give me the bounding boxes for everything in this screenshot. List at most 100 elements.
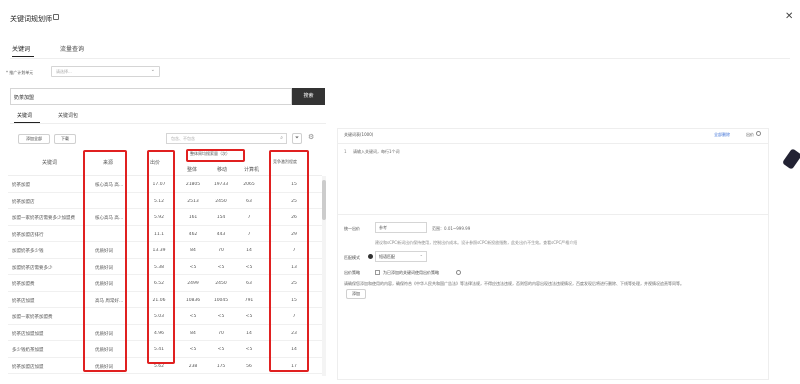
add-all-button[interactable]: 添加全部 bbox=[18, 134, 50, 144]
close-icon[interactable]: ✕ bbox=[785, 11, 793, 22]
cell-pc: 14 bbox=[246, 330, 252, 336]
search-icon[interactable]: ⌕ bbox=[280, 135, 283, 141]
info-icon bbox=[368, 254, 373, 259]
subtab-keyword-pack[interactable]: 关键词包 bbox=[58, 112, 78, 119]
subtab-keyword[interactable]: 关键词 bbox=[17, 112, 32, 119]
cell-pc: 63 bbox=[246, 281, 252, 286]
cell-overall: 21805 bbox=[185, 182, 201, 187]
highlight-bid-column bbox=[147, 150, 175, 364]
bid-range: 范围：0.01~999.99 bbox=[432, 226, 471, 231]
tab-keyword[interactable]: 关键词 bbox=[12, 44, 30, 53]
cell-overall: <5 bbox=[189, 347, 197, 352]
disclaimer-text: 请确保您添加和使用的内容，确保符合《中华人民共和国广告法》等法律法规，不得应违法… bbox=[344, 281, 684, 286]
cell-overall: <5 bbox=[189, 314, 197, 319]
col-overall: 整体 bbox=[187, 167, 198, 173]
cell-mobile: 10045 bbox=[213, 297, 229, 303]
cell-overall: 84 bbox=[190, 248, 196, 253]
filter-input[interactable]: 包含、不包含 ⌕ bbox=[166, 133, 287, 144]
cell-keyword: 奶茶加盟店排行 bbox=[12, 232, 44, 238]
cell-pc: 14 bbox=[246, 248, 252, 253]
help-icon[interactable] bbox=[756, 131, 761, 136]
filter-input-placeholder: 包含、不包含 bbox=[171, 136, 195, 141]
bid-input-value: 参考 bbox=[379, 225, 387, 230]
floating-phone-icon[interactable] bbox=[781, 148, 800, 170]
keyword-input-value: 奶茶加盟 bbox=[14, 95, 35, 101]
keyword-textarea-placeholder: 请输入关键词，每行1个词 bbox=[353, 149, 400, 154]
cell-keyword: 加盟奶茶店需要多少 bbox=[12, 265, 53, 271]
table-scrollbar-thumb[interactable] bbox=[322, 180, 326, 220]
help-icon[interactable] bbox=[456, 270, 461, 275]
keyword-textarea[interactable]: 1 请输入关键词，每行1个词 bbox=[338, 143, 768, 215]
right-panel: 关键词表(1000) 全部删除 出价 1 请输入关键词，每行1个词 统一出价 参… bbox=[337, 128, 769, 380]
cell-pc: <5 bbox=[245, 347, 253, 352]
highlight-monthly-header bbox=[186, 149, 245, 162]
strategy-checkbox[interactable] bbox=[375, 270, 380, 275]
col-pc: 计算机 bbox=[244, 167, 260, 173]
cell-mobile: 70 bbox=[218, 248, 224, 253]
delete-all-link[interactable]: 全部删除 bbox=[714, 132, 730, 138]
cell-keyword: 奶茶店加盟加盟 bbox=[12, 331, 44, 337]
dialog-title: 关键词规划师 bbox=[10, 15, 52, 23]
cell-mobile: 154 bbox=[216, 215, 226, 220]
cell-mobile: <5 bbox=[217, 314, 225, 319]
cell-overall: <5 bbox=[189, 264, 197, 270]
edit-icon[interactable] bbox=[53, 14, 59, 20]
chevron-down-icon: ⌄ bbox=[419, 252, 423, 257]
highlight-source-column bbox=[83, 150, 127, 372]
chevron-down-icon: ⌄ bbox=[150, 67, 155, 73]
cell-overall: 161 bbox=[188, 215, 198, 220]
cell-overall: 10836 bbox=[185, 297, 201, 303]
filter-icon[interactable]: ⏷ bbox=[292, 133, 302, 144]
cell-keyword: 加盟奶茶多少钱 bbox=[12, 249, 44, 254]
keyword-list-header: 关键词表(1000) bbox=[344, 132, 374, 137]
cell-pc: 791 bbox=[244, 297, 254, 303]
cell-mobile: 175 bbox=[216, 363, 226, 369]
cell-mobile: 19733 bbox=[213, 182, 229, 187]
tab-keyword-underline bbox=[12, 56, 34, 57]
cell-pc: <5 bbox=[245, 264, 253, 270]
cell-overall: 84 bbox=[190, 330, 196, 336]
cell-keyword: 奶茶加盟店 bbox=[12, 199, 35, 205]
cell-mobile: <5 bbox=[217, 264, 225, 270]
bid-column-header: 出价 bbox=[746, 132, 754, 137]
gear-icon[interactable]: ⚙ bbox=[308, 133, 314, 141]
cell-keyword: 加盟一家奶茶加盟费 bbox=[12, 315, 53, 320]
cell-mobile: 2450 bbox=[215, 281, 227, 286]
add-button[interactable]: 添加 bbox=[346, 289, 366, 299]
tab-traffic-query[interactable]: 流量查询 bbox=[60, 44, 84, 53]
tab-divider bbox=[10, 58, 790, 59]
cell-bid: 5.62 bbox=[153, 363, 165, 369]
cell-mobile: 2450 bbox=[215, 198, 227, 204]
cell-pc: 2065 bbox=[243, 182, 255, 187]
download-button[interactable]: 下载 bbox=[54, 134, 76, 144]
search-button[interactable]: 搜索 bbox=[292, 88, 325, 105]
keyword-input[interactable]: 奶茶加盟 bbox=[10, 88, 292, 105]
cell-pc: <5 bbox=[245, 314, 253, 319]
cell-keyword: 奶茶店加盟 bbox=[12, 298, 35, 304]
cell-mobile: <5 bbox=[217, 347, 225, 352]
subtab-divider bbox=[10, 123, 326, 124]
bid-input[interactable]: 参考 bbox=[375, 222, 427, 233]
cell-pc: 63 bbox=[246, 198, 252, 204]
cell-pc: 7 bbox=[247, 215, 251, 220]
match-label: 匹配模式 bbox=[344, 255, 360, 260]
cell-keyword: 加盟一家奶茶店需要多少加盟费 bbox=[12, 216, 75, 221]
plan-select[interactable]: 请选择... ⌄ bbox=[51, 66, 160, 77]
cell-keyword: 奶茶加盟店加盟 bbox=[12, 364, 44, 370]
cell-pc: 7 bbox=[247, 231, 251, 237]
col-keyword: 关键词 bbox=[42, 160, 58, 166]
table-scrollbar[interactable] bbox=[322, 176, 326, 376]
strategy-option: 为已添加的关键词使用出价策略 bbox=[383, 270, 439, 275]
cell-keyword: 多少钱奶茶加盟 bbox=[12, 348, 44, 353]
cell-pc: 56 bbox=[246, 363, 252, 369]
match-select[interactable]: 短语匹配 ⌄ bbox=[375, 251, 427, 262]
plan-label: * 推广计划单元 bbox=[6, 70, 34, 75]
highlight-competition-column bbox=[269, 150, 309, 372]
cell-mobile: 70 bbox=[218, 330, 224, 336]
match-select-value: 短语匹配 bbox=[379, 254, 395, 259]
bid-hint: 建议和sCPC新词出价保持使用，控制出价成本。设计参照sCPC新投放指数，此处出… bbox=[375, 240, 578, 245]
plan-select-placeholder: 请选择... bbox=[56, 69, 72, 74]
cell-mobile: 443 bbox=[216, 231, 226, 237]
cell-overall: 2499 bbox=[187, 281, 199, 286]
cell-overall: 238 bbox=[188, 363, 198, 369]
